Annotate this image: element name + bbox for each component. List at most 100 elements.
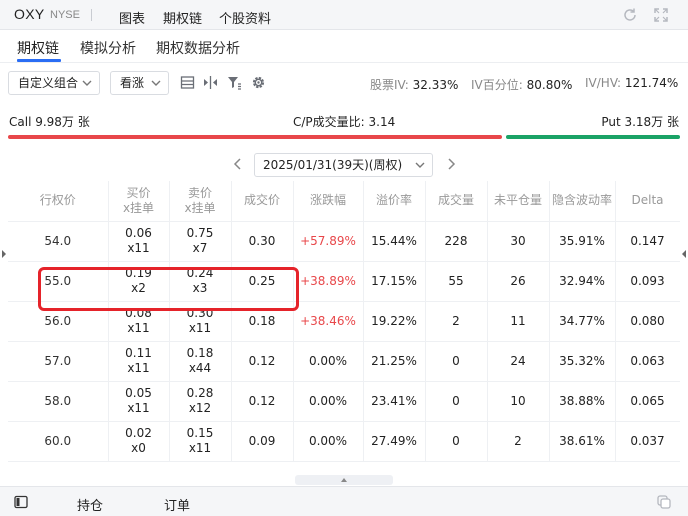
stock-iv-label: 股票IV: [370,78,409,92]
premium-cell: 27.49% [363,421,426,462]
split-view-icon[interactable] [203,75,218,90]
bid-cell[interactable]: 0.06 x11 [108,221,170,262]
subtab-option-data-analysis[interactable]: 期权数据分析 [156,38,240,58]
table-row[interactable]: 60.0 0.02 x0 0.15 x11 0.09 0.00% 27.49% 0 2 38.61%… [8,421,680,462]
ask-cell[interactable]: 0.30 x11 [169,301,232,342]
stock-iv-value: 32.33% [412,78,459,92]
ask-price: 0.28 [186,386,214,400]
collapse-left-icon[interactable] [1,248,7,258]
header-implied-volatility[interactable]: 隐含波动率 [549,181,616,222]
bid-size: x2 [131,281,146,295]
bid-price: 0.19 [125,266,152,280]
open-interest-cell: 24 [487,341,550,382]
strike-cell: 58.0 [8,381,109,422]
direction-dropdown[interactable]: 看涨 [110,71,169,95]
ask-size: x11 [188,441,212,455]
open-interest-cell: 10 [487,381,550,422]
premium-cell: 21.25% [363,341,426,382]
gear-icon[interactable] [251,75,266,90]
stock-iv-stat: 股票IV: 32.33% [370,76,458,93]
expand-icon[interactable] [653,7,669,23]
ask-cell[interactable]: 0.15 x11 [169,421,232,462]
implied-volatility-cell: 38.88% [549,381,616,422]
bid-size: x11 [127,401,150,415]
header-ask[interactable]: 卖价 x挂单 [169,181,232,222]
header-premium[interactable]: 溢价率 [363,181,426,222]
strategy-value: 自定义组合 [18,76,79,90]
tab-chart[interactable]: 图表 [119,8,145,27]
sub-tabs: 期权链 模拟分析 期权数据分析 [0,30,688,63]
divider [91,9,92,21]
ask-cell[interactable]: 0.75 x7 [169,221,232,262]
ask-price: 0.18 [186,346,214,360]
bid-cell[interactable]: 0.02 x0 [108,421,170,462]
sidebar-toggle-icon[interactable] [14,495,28,509]
tab-orders[interactable]: 订单 [164,495,190,514]
next-expiry-icon[interactable] [445,157,457,171]
ask-cell[interactable]: 0.18 x44 [169,341,232,382]
header-ask-label: 卖价 [187,185,212,200]
ask-price: 0.24 [186,266,214,280]
table-row[interactable]: 54.0 0.06 x11 0.75 x7 0.30 +57.89% 15.44% 228 30 3… [8,221,680,262]
subtab-simulation[interactable]: 模拟分析 [80,38,136,58]
chat-icon[interactable] [657,495,671,509]
divider [0,62,688,63]
ticker-symbol[interactable]: OXY [14,6,44,22]
bid-price: 0.05 [125,386,152,400]
strike-cell: 55.0 [8,261,109,302]
filter-icon[interactable] [227,75,242,90]
ask-cell[interactable]: 0.24 x3 [169,261,232,302]
table-row[interactable]: 57.0 0.11 x11 0.18 x44 0.12 0.00% 21.25% 0 24 35.3… [8,341,680,382]
iv-hv-value: 121.74% [624,76,679,90]
expiry-dropdown[interactable]: 2025/01/31(39天)(周权) [254,153,433,177]
volume-cell: 0 [425,421,488,462]
header-bid-label: 买价 [126,185,151,200]
refresh-icon[interactable] [622,7,638,23]
table-layout-icon[interactable] [180,75,195,90]
implied-volatility-cell: 38.61% [549,421,616,462]
bid-cell[interactable]: 0.08 x11 [108,301,170,342]
strike-cell: 60.0 [8,421,109,462]
iv-percentile-stat: IV百分位: 80.80% [471,76,572,93]
collapse-right-icon[interactable] [681,248,687,258]
strike-cell: 57.0 [8,341,109,382]
subtab-option-chain[interactable]: 期权链 [17,38,59,58]
premium-cell: 15.44% [363,221,426,262]
put-volume: Put 3.18万 张 [601,115,679,129]
iv-percentile-value: 80.80% [526,78,573,92]
strategy-dropdown[interactable]: 自定义组合 [8,71,100,95]
tab-option-chain[interactable]: 期权链 [163,8,202,27]
ask-cell[interactable]: 0.28 x12 [169,381,232,422]
header-strike[interactable]: 行权价 [8,181,109,222]
prev-expiry-icon[interactable] [232,157,244,171]
volume-cell: 228 [425,221,488,262]
bid-size: x0 [131,441,146,455]
delta-cell: 0.037 [615,421,680,462]
last-price-cell: 0.09 [231,421,294,462]
header-volume[interactable]: 成交量 [425,181,488,222]
bottom-bar: 持仓 订单 [0,486,688,516]
table-row[interactable]: 56.0 0.08 x11 0.30 x11 0.18 +38.46% 19.22% 2 11 34… [8,301,680,342]
table-row[interactable]: 58.0 0.05 x11 0.28 x12 0.12 0.00% 23.41% 0 10 38.8… [8,381,680,422]
implied-volatility-cell: 35.32% [549,341,616,382]
header-delta[interactable]: Delta [615,181,680,222]
iv-hv-label: IV/HV: [585,76,622,90]
bid-cell[interactable]: 0.05 x11 [108,381,170,422]
header-open-interest[interactable]: 未平仓量 [487,181,550,222]
chevron-down-icon [82,80,92,86]
bid-cell[interactable]: 0.11 x11 [108,341,170,382]
tab-company-profile[interactable]: 个股资料 [219,8,271,27]
header-last[interactable]: 成交价 [231,181,294,222]
bid-cell[interactable]: 0.19 x2 [108,261,170,302]
tab-positions[interactable]: 持仓 [77,495,103,514]
table-row[interactable]: 55.0 0.19 x2 0.24 x3 0.25 +38.89% 17.15% 55 26 32.… [8,261,680,302]
premium-cell: 17.15% [363,261,426,302]
implied-volatility-cell: 34.77% [549,301,616,342]
last-price-cell: 0.30 [231,221,294,262]
open-interest-cell: 26 [487,261,550,302]
header-bid[interactable]: 买价 x挂单 [108,181,170,222]
collapse-panel-handle[interactable] [295,475,393,485]
header-bid-size-label: x挂单 [122,200,155,215]
ask-size: x7 [192,241,208,255]
header-change[interactable]: 涨跌幅 [293,181,364,222]
